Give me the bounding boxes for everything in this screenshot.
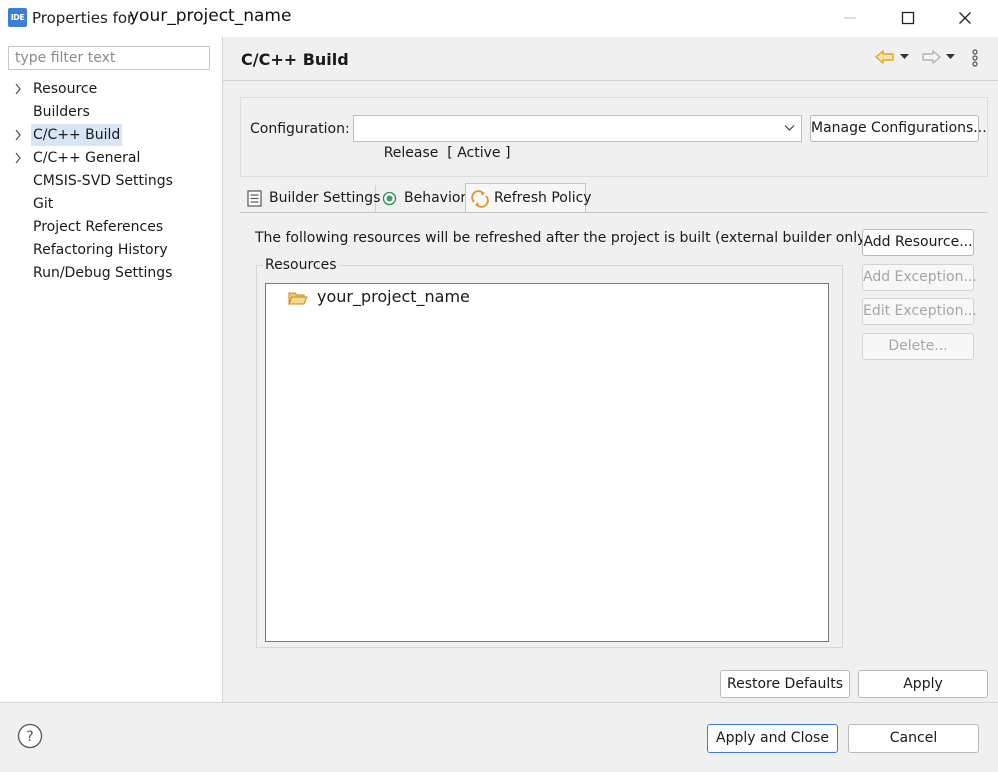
open-folder-icon bbox=[288, 292, 308, 305]
tab-behavior[interactable]: Behavior bbox=[376, 185, 467, 212]
app-icon: IDE bbox=[8, 8, 27, 27]
resources-list[interactable]: your_project_name bbox=[265, 283, 829, 642]
restore-defaults-button[interactable]: Restore Defaults bbox=[720, 670, 850, 698]
apply-and-close-button[interactable]: Apply and Close bbox=[707, 724, 838, 753]
filter-input[interactable] bbox=[8, 46, 210, 70]
tree-item-git[interactable]: Git bbox=[0, 193, 222, 215]
tab-builder-settings-label: Builder Settings bbox=[269, 190, 381, 206]
tree-item-label: C/C++ General bbox=[33, 150, 141, 166]
help-glyph: ? bbox=[26, 729, 33, 745]
forward-arrow-icon[interactable] bbox=[921, 49, 941, 65]
tree-item-label: C/C++ Build bbox=[31, 124, 123, 146]
tab-refresh-policy[interactable]: Refresh Policy bbox=[465, 183, 592, 213]
resources-legend: Resources bbox=[263, 257, 339, 273]
tree-item-label: Git bbox=[33, 196, 54, 212]
back-arrow-icon[interactable] bbox=[875, 49, 895, 65]
tab-builder-settings[interactable]: Builder Settings bbox=[240, 185, 380, 212]
chevron-right-icon[interactable] bbox=[13, 78, 23, 100]
window-title-prefix: Properties for bbox=[32, 9, 134, 27]
minimize-button[interactable] bbox=[822, 0, 878, 37]
tab-behavior-label: Behavior bbox=[404, 190, 467, 206]
view-menu-icon[interactable] bbox=[971, 48, 979, 68]
tree-item-refactoring-history[interactable]: Refactoring History bbox=[0, 239, 222, 261]
tree-item-project-references[interactable]: Project References bbox=[0, 216, 222, 238]
configuration-group: Configuration: Release [ Active ] Manage… bbox=[240, 97, 988, 177]
header-divider bbox=[223, 80, 998, 81]
window-title-project: your_project_name bbox=[129, 6, 292, 26]
tree-item-label: Run/Debug Settings bbox=[33, 265, 173, 281]
tree-item-builders[interactable]: Builders bbox=[0, 101, 222, 123]
properties-nav-pane: Resource Builders C/C++ Build C/C++ General… bbox=[0, 37, 223, 702]
configuration-label: Configuration: bbox=[250, 121, 350, 137]
configuration-value: Release [ Active ] bbox=[383, 145, 511, 161]
apply-button[interactable]: Apply bbox=[858, 670, 988, 698]
help-icon[interactable]: ? bbox=[17, 723, 43, 749]
chevron-right-icon[interactable] bbox=[13, 147, 23, 169]
tree-item-label: Builders bbox=[33, 104, 90, 120]
tree-item-c-c-build[interactable]: C/C++ Build bbox=[0, 124, 222, 146]
tree-item-label: Resource bbox=[33, 81, 98, 97]
tree-item-cmsis-svd-settings[interactable]: CMSIS-SVD Settings bbox=[0, 170, 222, 192]
chevron-down-icon bbox=[784, 125, 795, 131]
tree-item-label: Project References bbox=[33, 219, 164, 235]
cancel-button[interactable]: Cancel bbox=[848, 724, 979, 753]
forward-history-dropdown-icon[interactable] bbox=[946, 52, 955, 61]
tree-item-label: CMSIS-SVD Settings bbox=[33, 173, 173, 189]
tree-item-c-c-general[interactable]: C/C++ General bbox=[0, 147, 222, 169]
add-resource-button[interactable]: Add Resource... bbox=[862, 229, 974, 256]
footer-divider bbox=[0, 702, 998, 703]
resource-item[interactable]: your_project_name bbox=[266, 284, 828, 312]
delete-button[interactable]: Delete... bbox=[862, 333, 974, 360]
radio-target-icon bbox=[382, 191, 397, 206]
tree-item-label: Refactoring History bbox=[33, 242, 168, 258]
close-button[interactable] bbox=[937, 0, 993, 37]
maximize-button[interactable] bbox=[880, 0, 936, 37]
maximize-icon bbox=[901, 11, 915, 25]
page-title: C/C++ Build bbox=[241, 50, 349, 69]
refresh-arrows-icon bbox=[471, 190, 489, 208]
minimize-icon bbox=[844, 17, 856, 19]
configuration-select[interactable]: Release [ Active ] bbox=[353, 115, 802, 161]
close-icon bbox=[959, 12, 971, 24]
add-exception-button[interactable]: Add Exception... bbox=[862, 264, 977, 291]
back-history-dropdown-icon[interactable] bbox=[900, 52, 909, 61]
tree-item-resource[interactable]: Resource bbox=[0, 78, 222, 100]
properties-content-pane: C/C++ Build Configuration: Release [ Act… bbox=[223, 37, 998, 702]
resources-group: Resources your_project_name bbox=[256, 257, 843, 648]
tree-item-run-debug-settings[interactable]: Run/Debug Settings bbox=[0, 262, 222, 284]
chevron-right-icon[interactable] bbox=[13, 124, 23, 146]
tab-refresh-policy-label: Refresh Policy bbox=[494, 190, 592, 206]
title-bar: IDE Properties for your_project_name bbox=[0, 0, 998, 37]
tab-content-border bbox=[240, 212, 988, 213]
manage-configurations-button[interactable]: Manage Configurations... bbox=[810, 115, 987, 142]
resource-item-label: your_project_name bbox=[317, 287, 470, 306]
refresh-description: The following resources will be refreshe… bbox=[255, 230, 876, 246]
edit-exception-button[interactable]: Edit Exception... bbox=[862, 298, 977, 325]
list-icon bbox=[247, 190, 262, 207]
